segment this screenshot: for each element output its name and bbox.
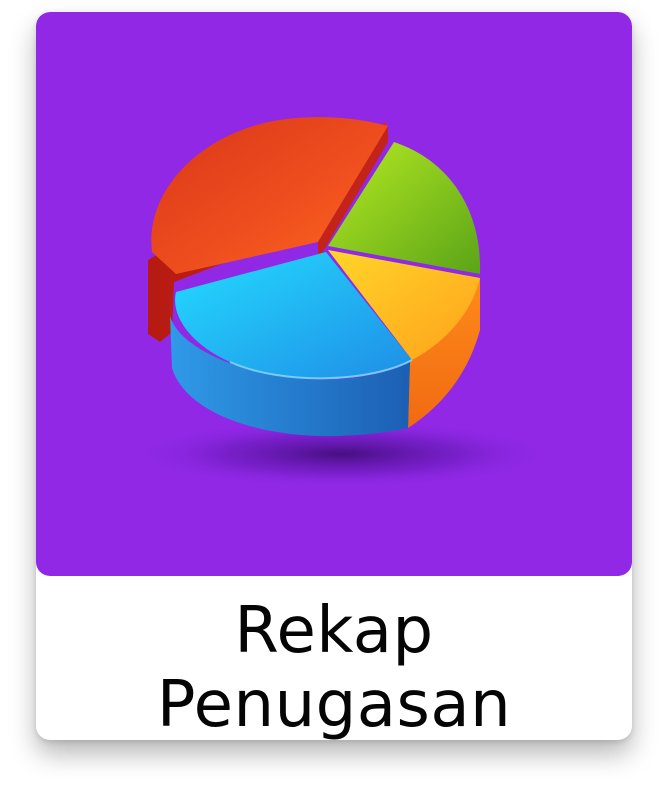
tile-label: Rekap Penugasan bbox=[36, 594, 632, 740]
tile-label-line-2: Penugasan bbox=[156, 668, 512, 740]
tile-label-line-1: Rekap bbox=[234, 594, 434, 668]
tile-image bbox=[36, 12, 632, 576]
stage: Rekap Penugasan bbox=[0, 0, 668, 800]
rekap-penugasan-tile[interactable]: Rekap Penugasan bbox=[36, 12, 632, 740]
pie-chart-3d-icon bbox=[36, 12, 632, 576]
